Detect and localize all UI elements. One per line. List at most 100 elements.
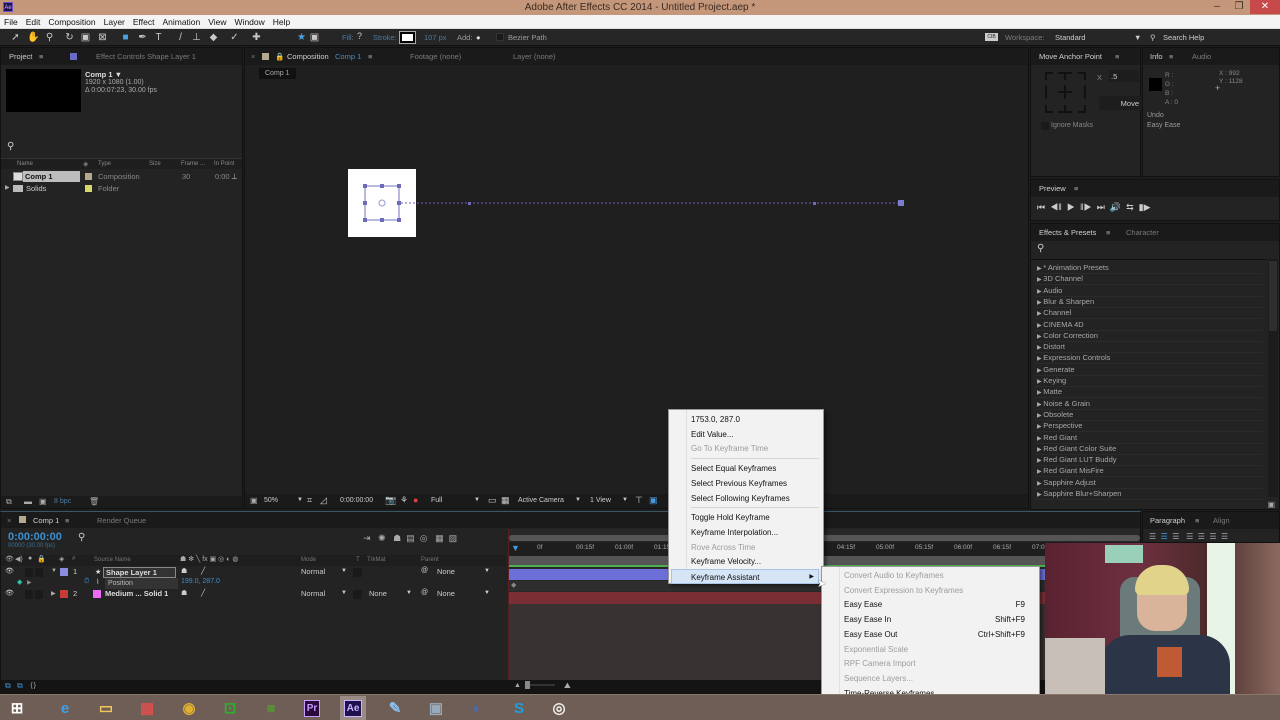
taskbar-minecraft-icon[interactable]: ■ [258,696,284,720]
draft-3d-icon[interactable]: ✺ [378,533,386,543]
tab-layer[interactable]: Layer (none) [513,52,556,61]
trash-icon[interactable]: 🗑 [89,497,99,506]
bit-depth[interactable]: 8 bpc [54,498,71,505]
camera-select[interactable]: Active Camera [518,497,564,504]
clone-stamp-tool-icon[interactable]: ⊥ [191,32,202,43]
menu-animation[interactable]: Animation [158,15,204,29]
panel-menu-icon[interactable]: ≡ [39,52,43,61]
justify-right-icon[interactable]: ☰ [1209,532,1216,541]
resolution-select[interactable]: Full [431,497,442,504]
effects-category-item[interactable]: ▶ CINEMA 4D [1037,320,1084,329]
anchor-x-input[interactable]: .5 [1109,70,1139,82]
zoom-tool-icon[interactable]: ⚲ [44,32,55,43]
scrollbar-thumb[interactable] [1269,261,1277,331]
tab-composition-name[interactable]: Comp 1 [335,52,361,61]
color-channel-icon[interactable]: ● [413,495,418,505]
show-channel-icon[interactable]: ⚘ [400,495,408,506]
project-search-icon[interactable]: ⚲ [7,141,14,152]
transparency-grid-icon[interactable]: ▦ [501,495,510,506]
hand-tool-icon[interactable]: ✋ [27,32,39,43]
in-out-toggle-icon[interactable]: ⟨⟩ [30,681,36,690]
panel-menu-icon[interactable]: ≡ [1115,52,1119,61]
tab-project[interactable]: Project [9,52,32,61]
mask-icon[interactable]: ▣ [309,32,320,43]
taskbar-obs-icon[interactable]: ◎ [546,696,572,720]
zoom-out-icon[interactable]: ▲ [514,682,521,689]
panel-menu-icon[interactable]: ≡ [1106,228,1110,237]
align-right-icon[interactable]: ☰ [1172,532,1179,541]
layer-name[interactable]: Shape Layer 1 [103,567,176,578]
menu-layer[interactable]: Layer [100,15,129,29]
shape-tool-icon[interactable]: ■ [120,32,131,43]
bezier-path-checkbox[interactable] [496,33,504,41]
shy-switch-icon[interactable]: ☗ [181,567,187,575]
label-color-swatch[interactable] [85,185,92,192]
taskbar-media-icon[interactable]: ▣ [423,696,449,720]
visibility-toggle-icon[interactable]: 👁 [5,589,14,597]
comp-breadcrumb[interactable]: Comp 1 [259,68,296,79]
effects-category-item[interactable]: ▶ Distort [1037,342,1065,351]
tab-audio[interactable]: Audio [1192,52,1211,61]
taskbar-cinema4d-icon[interactable]: ◐ [464,696,490,720]
column-frame-rate[interactable]: Frame ... [181,161,205,167]
label-color-swatch[interactable] [60,590,68,598]
effects-scrollbar[interactable] [1268,259,1278,497]
pick-whip-icon[interactable]: @ [421,567,428,574]
justify-center-icon[interactable]: ☰ [1198,532,1205,541]
pen-tool-icon[interactable]: ✒ [137,32,148,43]
zoom-dropdown-icon[interactable]: ▼ [297,497,303,503]
maximize-button[interactable]: ❐ [1228,0,1250,14]
tab-align[interactable]: Align [1213,516,1230,525]
column-size[interactable]: Size [149,161,161,167]
preserve-transparency-checkbox[interactable] [353,590,362,599]
tab-composition[interactable]: Composition [287,52,329,61]
magnification-select[interactable]: 50% [264,497,278,504]
minimize-button[interactable]: – [1206,0,1228,14]
next-keyframe-icon[interactable]: ▶ [27,579,32,586]
effects-category-item[interactable]: ▶ Noise & Grain [1037,399,1090,408]
blend-mode-select[interactable]: Normal [301,589,325,598]
comp-name[interactable]: Comp 1 ▼ [85,70,122,79]
label-color-swatch[interactable] [85,173,92,180]
project-item-comp[interactable]: Comp 1 Composition 30 0:00 ⊥ [1,171,242,182]
parent-dropdown-icon[interactable]: ▼ [484,590,490,596]
first-frame-icon[interactable]: ⏮ [1037,202,1045,212]
taskbar-premiere-icon[interactable]: Pr [299,696,325,720]
expand-arrow-icon[interactable]: ▶ [5,183,10,194]
camera-dropdown-icon[interactable]: ▼ [575,497,581,503]
roto-brush-tool-icon[interactable]: ✓ [229,32,240,43]
frame-blending-icon[interactable]: ▤ [406,533,415,543]
new-preset-icon[interactable]: ▣ [1267,500,1275,509]
menu-window[interactable]: Window [231,15,269,29]
submenu-item-easy-ease-out[interactable]: Easy Ease Out Ctrl+Shift+F9 [844,627,1035,642]
lock-switch[interactable] [35,568,43,577]
effects-category-item[interactable]: ▶ * Animation Presets [1037,263,1109,272]
effects-category-item[interactable]: ▶ Channel [1037,308,1071,317]
expand-arrow-icon[interactable]: ▶ [51,590,56,597]
workspace-select[interactable]: Standard [1055,33,1085,42]
brush-tool-icon[interactable]: / [175,32,186,43]
stroke-swatch[interactable] [399,31,416,44]
panel-menu-icon[interactable]: ≡ [1074,184,1078,193]
taskbar-start-icon[interactable]: ⊞ [4,696,30,720]
align-center-icon[interactable]: ☰ [1161,532,1168,541]
view-dropdown-icon[interactable]: ▼ [622,497,628,503]
column-in-point[interactable]: In Point [214,161,234,167]
menu-item-keyframe-assistant[interactable]: Keyframe Assistant ▶ [671,569,819,584]
effects-category-item[interactable]: ▶ Sapphire Blur+Sharpen [1037,489,1121,498]
puppet-pin-tool-icon[interactable]: ✚ [251,32,262,43]
text-tool-icon[interactable]: T [153,32,164,43]
flowchart-icon[interactable]: ⊥ [231,171,238,182]
last-frame-icon[interactable]: ⏭ [1097,202,1105,212]
modes-toggle-icon[interactable]: ⧉ [17,681,23,691]
justify-left-icon[interactable]: ☰ [1186,532,1193,541]
menu-item-select-previous-keyframes[interactable]: Select Previous Keyframes [691,476,819,491]
effects-category-item[interactable]: ▶ Audio [1037,286,1062,295]
blend-mode-select[interactable]: Normal [301,567,325,576]
tab-render-queue[interactable]: Render Queue [97,516,146,525]
lock-icon[interactable]: 🔒 [275,52,284,61]
fill-value[interactable]: ? [357,31,362,41]
tab-move-anchor-point[interactable]: Move Anchor Point [1039,52,1102,61]
panel-menu-icon[interactable]: ≡ [368,52,372,61]
effects-category-item[interactable]: ▶ Matte [1037,387,1062,396]
